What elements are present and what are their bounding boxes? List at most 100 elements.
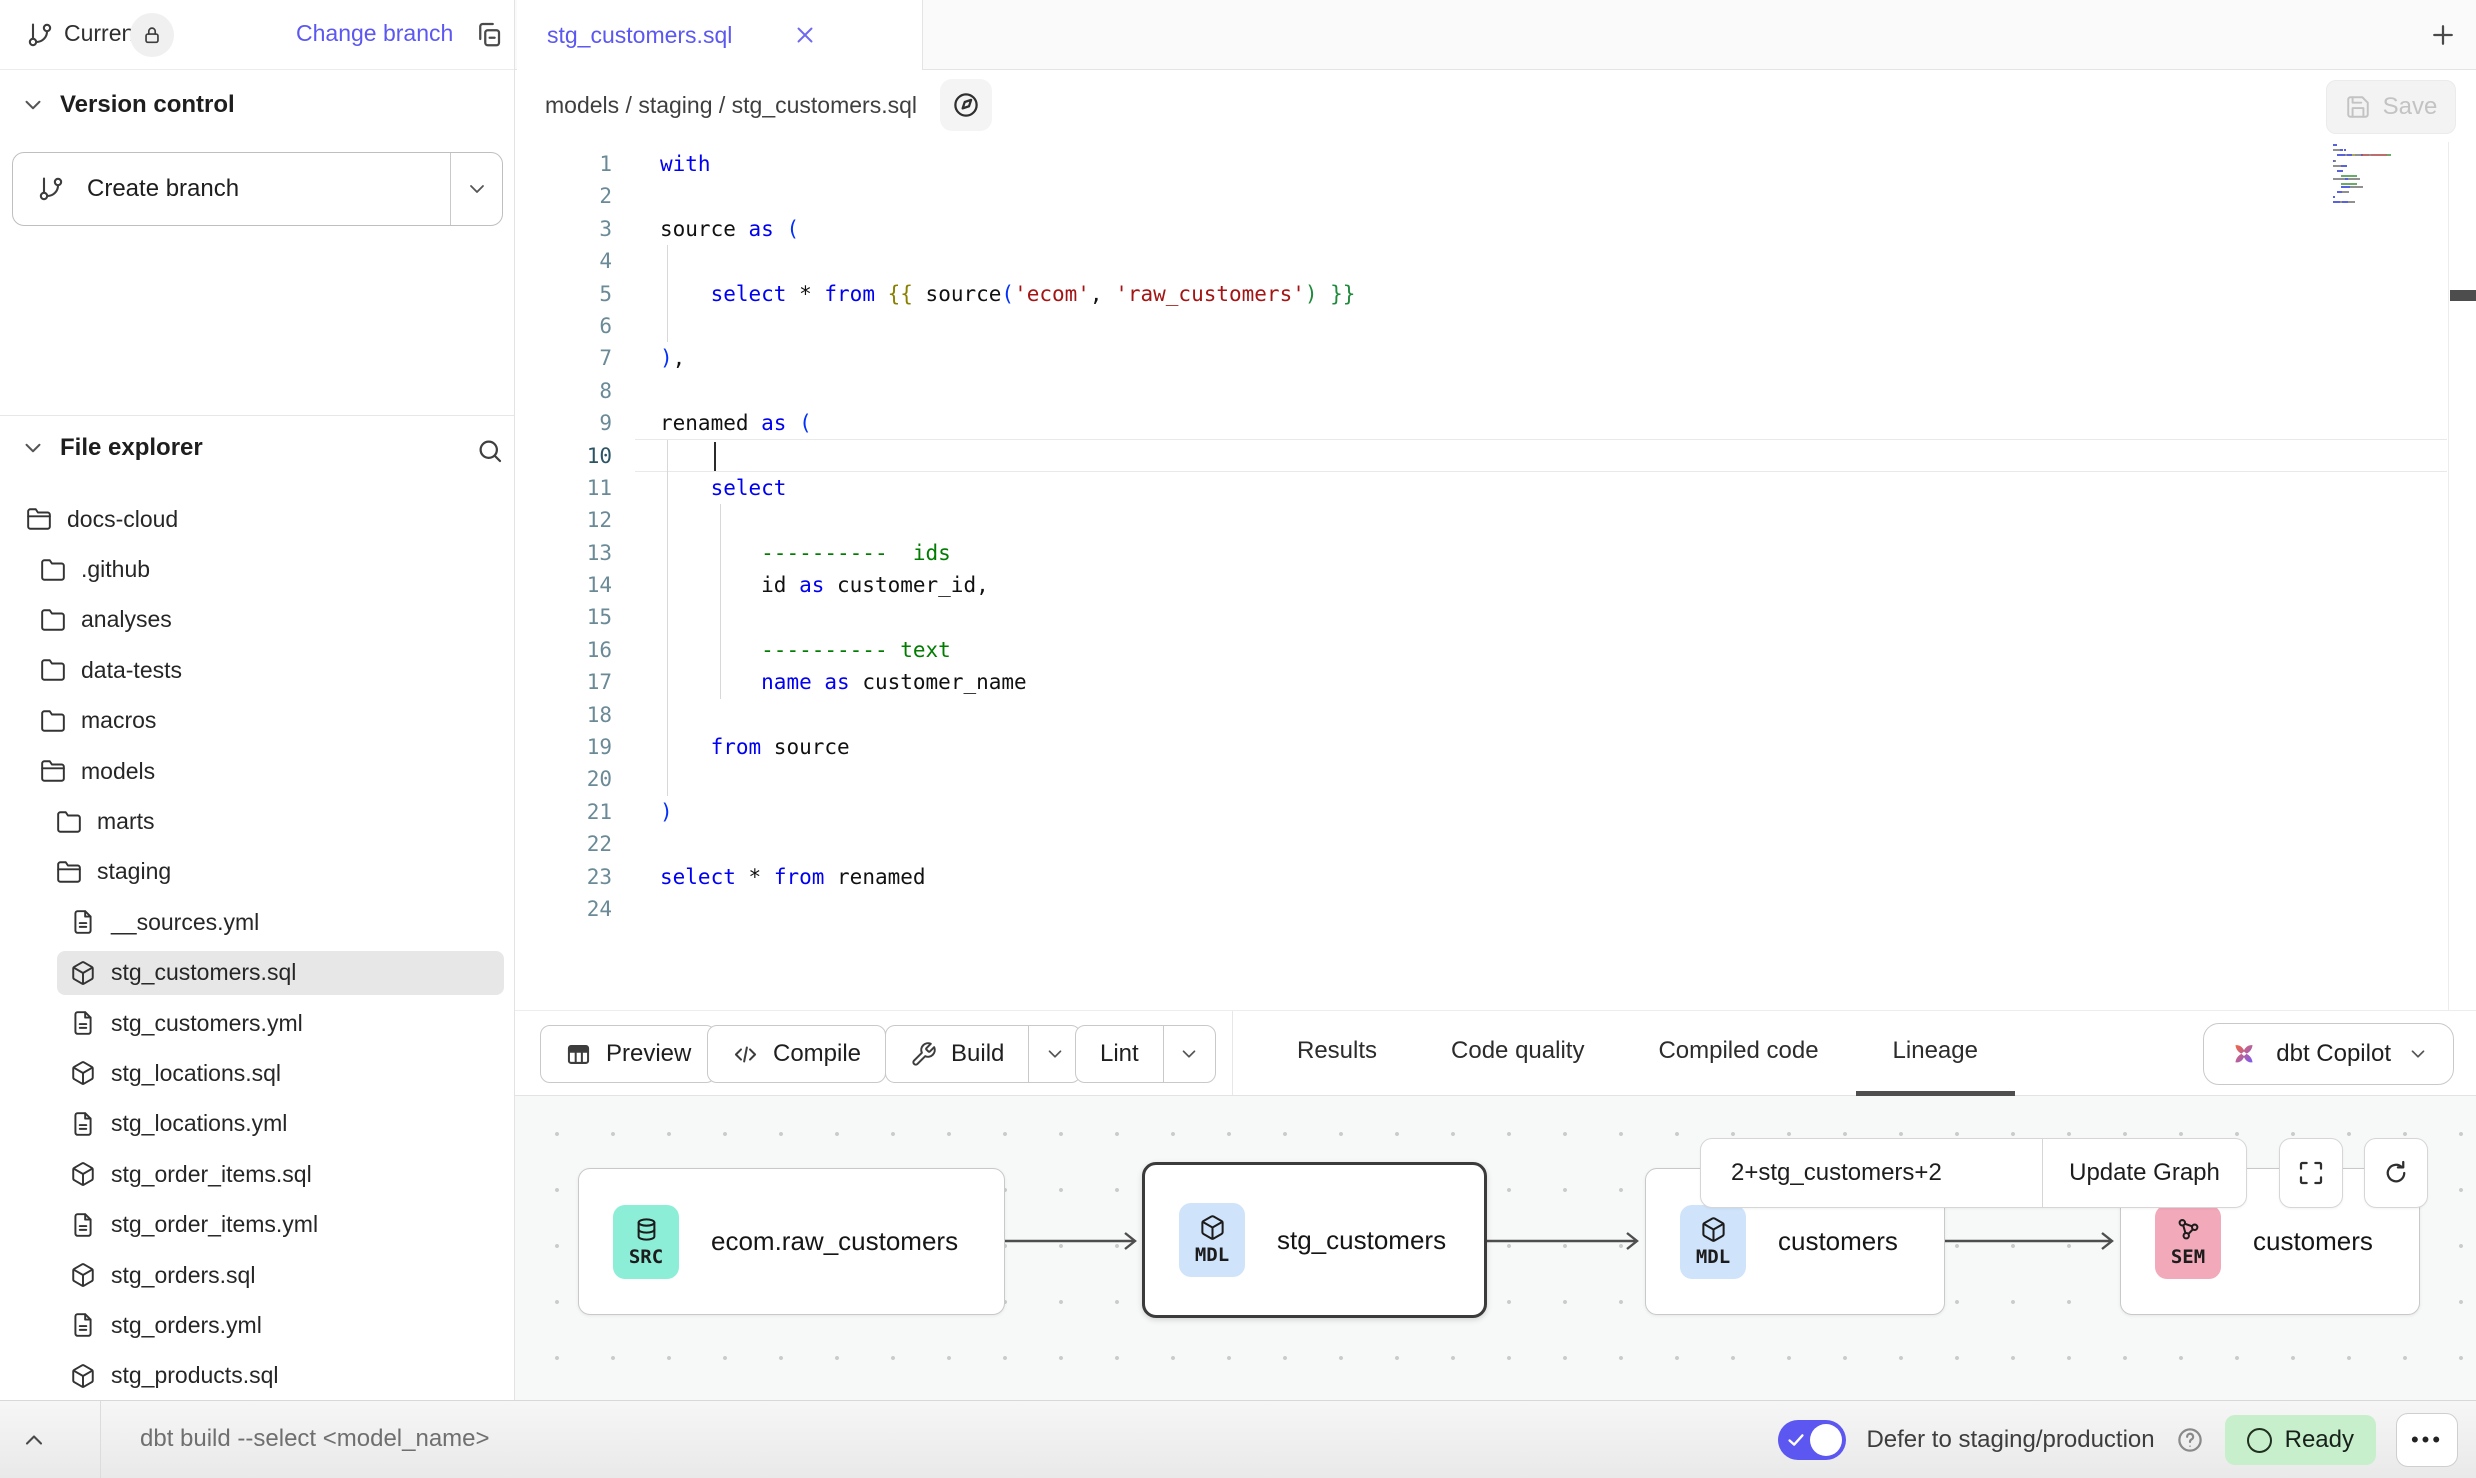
tab-lineage[interactable]: Lineage [1856, 1011, 2015, 1096]
tree-item-stg-orders-yml[interactable]: stg_orders.yml [0, 1300, 514, 1350]
line-number-4[interactable]: 4 [515, 245, 612, 277]
line-number-22[interactable]: 22 [515, 828, 612, 860]
minimap[interactable] [2333, 144, 2433, 214]
code-line-7[interactable]: ), [660, 342, 1355, 374]
line-number-17[interactable]: 17 [515, 666, 612, 698]
line-number-8[interactable]: 8 [515, 375, 612, 407]
line-number-20[interactable]: 20 [515, 763, 612, 795]
code-line-10[interactable] [660, 440, 1355, 472]
line-number-15[interactable]: 15 [515, 601, 612, 633]
code-line-11[interactable]: select [660, 472, 1355, 504]
tree-item--github[interactable]: .github [0, 544, 514, 594]
lineage-node-stg-customers[interactable]: MDL stg_customers [1142, 1162, 1487, 1318]
code-line-9[interactable]: renamed as ( [660, 407, 1355, 439]
copilot-explore-button[interactable] [940, 79, 992, 131]
lint-dropdown[interactable] [1163, 1026, 1215, 1082]
version-control-header[interactable]: Version control [20, 91, 235, 119]
code-line-19[interactable]: from source [660, 731, 1355, 763]
defer-toggle[interactable] [1778, 1420, 1846, 1460]
line-number-23[interactable]: 23 [515, 861, 612, 893]
more-options-button[interactable]: ••• [2396, 1413, 2458, 1467]
line-number-6[interactable]: 6 [515, 310, 612, 342]
create-branch-button[interactable]: Create branch [13, 153, 450, 225]
code-line-23[interactable]: select * from renamed [660, 861, 1355, 893]
code-line-18[interactable] [660, 699, 1355, 731]
help-icon[interactable] [2175, 1425, 2205, 1455]
build-dropdown[interactable] [1028, 1026, 1080, 1082]
code-line-6[interactable] [660, 310, 1355, 342]
tree-item-macros[interactable]: macros [0, 696, 514, 746]
lineage-node-source[interactable]: SRC ecom.raw_customers [578, 1168, 1005, 1315]
tree-item-stg-customers-sql[interactable]: stg_customers.sql [0, 948, 514, 998]
ready-status-badge[interactable]: Ready [2225, 1415, 2376, 1465]
code-line-12[interactable] [660, 504, 1355, 536]
line-number-1[interactable]: 1 [515, 148, 612, 180]
code-line-24[interactable] [660, 893, 1355, 925]
preview-button[interactable]: Preview [540, 1025, 716, 1083]
tree-item-analyses[interactable]: analyses [0, 595, 514, 645]
tree-item--sources-yml[interactable]: __sources.yml [0, 897, 514, 947]
dbt-copilot-button[interactable]: dbt Copilot [2203, 1023, 2454, 1085]
tree-item-stg-orders-sql[interactable]: stg_orders.sql [0, 1250, 514, 1300]
copy-icon[interactable] [474, 19, 504, 49]
line-number-24[interactable]: 24 [515, 893, 612, 925]
save-button[interactable]: Save [2326, 80, 2456, 134]
compile-button[interactable]: Compile [707, 1025, 886, 1083]
tree-item-docs-cloud[interactable]: docs-cloud [0, 494, 514, 544]
line-number-13[interactable]: 13 [515, 537, 612, 569]
tree-item-marts[interactable]: marts [0, 796, 514, 846]
tree-item-stg-products-sql[interactable]: stg_products.sql [0, 1351, 514, 1401]
new-tab-plus-icon[interactable] [2428, 20, 2458, 50]
close-icon[interactable] [792, 22, 818, 48]
tree-item-stg-locations-sql[interactable]: stg_locations.sql [0, 1048, 514, 1098]
code-line-21[interactable]: ) [660, 796, 1355, 828]
tree-item-stg-order-items-sql[interactable]: stg_order_items.sql [0, 1149, 514, 1199]
line-number-16[interactable]: 16 [515, 634, 612, 666]
line-number-2[interactable]: 2 [515, 180, 612, 212]
code-content[interactable]: with source as ( select * from {{ source… [660, 148, 1355, 925]
build-button[interactable]: Build [886, 1026, 1028, 1082]
update-graph-button[interactable]: Update Graph [2042, 1139, 2246, 1207]
tree-item-models[interactable]: models [0, 746, 514, 796]
code-editor[interactable]: 123456789101112131415161718192021222324 … [515, 142, 2476, 1010]
refresh-button[interactable] [2364, 1138, 2428, 1208]
line-number-21[interactable]: 21 [515, 796, 612, 828]
code-line-22[interactable] [660, 828, 1355, 860]
tab-code-quality[interactable]: Code quality [1414, 1011, 1621, 1096]
code-line-5[interactable]: select * from {{ source('ecom', 'raw_cus… [660, 278, 1355, 310]
code-line-4[interactable] [660, 245, 1355, 277]
code-line-13[interactable]: ---------- ids [660, 537, 1355, 569]
code-line-15[interactable] [660, 601, 1355, 633]
line-number-5[interactable]: 5 [515, 278, 612, 310]
tab-stg-customers-sql[interactable]: stg_customers.sql [517, 0, 923, 70]
code-line-20[interactable] [660, 763, 1355, 795]
code-line-8[interactable] [660, 375, 1355, 407]
tree-item-data-tests[interactable]: data-tests [0, 645, 514, 695]
change-branch-link[interactable]: Change branch [296, 20, 453, 47]
code-line-1[interactable]: with [660, 148, 1355, 180]
code-line-17[interactable]: name as customer_name [660, 666, 1355, 698]
line-number-11[interactable]: 11 [515, 472, 612, 504]
command-input[interactable]: dbt build --select <model_name> [140, 1425, 490, 1453]
scrollbar-thumb[interactable] [2450, 290, 2476, 301]
line-number-3[interactable]: 3 [515, 213, 612, 245]
lint-button[interactable]: Lint [1076, 1026, 1163, 1082]
line-number-12[interactable]: 12 [515, 504, 612, 536]
code-line-16[interactable]: ---------- text [660, 634, 1355, 666]
tree-item-stg-locations-yml[interactable]: stg_locations.yml [0, 1099, 514, 1149]
line-number-19[interactable]: 19 [515, 731, 612, 763]
search-icon[interactable] [475, 436, 505, 466]
line-number-9[interactable]: 9 [515, 407, 612, 439]
code-line-14[interactable]: id as customer_id, [660, 569, 1355, 601]
code-line-3[interactable]: source as ( [660, 213, 1355, 245]
fullscreen-button[interactable] [2279, 1138, 2343, 1208]
tree-item-stg-customers-yml[interactable]: stg_customers.yml [0, 998, 514, 1048]
tab-compiled-code[interactable]: Compiled code [1621, 1011, 1855, 1096]
file-explorer-header[interactable]: File explorer [20, 434, 203, 462]
code-line-2[interactable] [660, 180, 1355, 212]
lineage-canvas[interactable]: SRC ecom.raw_customers MDL stg_customers… [515, 1096, 2476, 1400]
line-number-18[interactable]: 18 [515, 699, 612, 731]
line-number-14[interactable]: 14 [515, 569, 612, 601]
tree-item-staging[interactable]: staging [0, 847, 514, 897]
selector-input[interactable]: 2+stg_customers+2 [1701, 1139, 2042, 1207]
